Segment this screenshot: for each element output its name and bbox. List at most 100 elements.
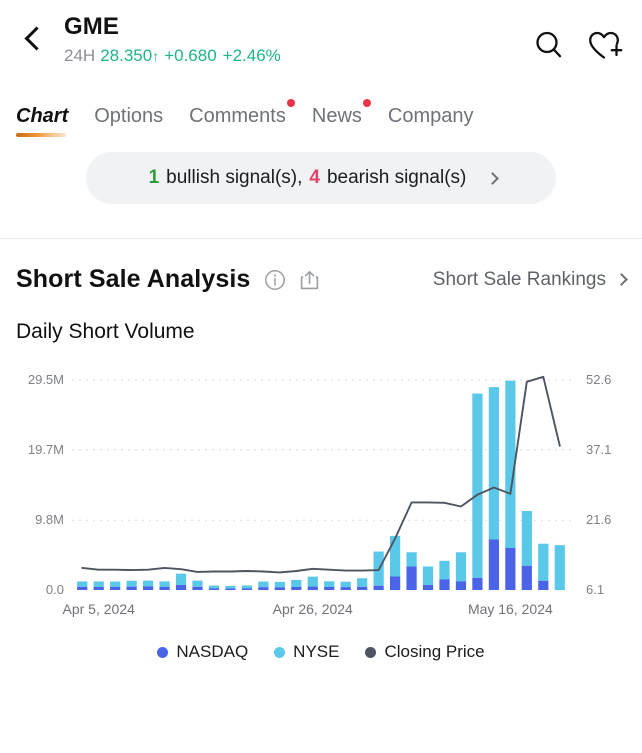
bar-segment-nasdaq[interactable] <box>307 586 318 590</box>
tab-comments[interactable]: Comments <box>189 99 295 130</box>
bar-segment-nasdaq[interactable] <box>241 588 253 590</box>
bar-segment-nyse[interactable] <box>554 545 565 590</box>
bar-segment-nasdaq[interactable] <box>422 585 434 590</box>
bar-segment-nyse[interactable] <box>357 578 368 587</box>
bar-segment-nyse[interactable] <box>538 543 549 581</box>
top-bar: GME 24H 28.350↑ +0.680 +2.46% <box>0 0 642 84</box>
closing-price-line <box>81 375 561 574</box>
bar-segment-nyse[interactable] <box>258 581 269 588</box>
legend-color-swatch <box>157 646 169 658</box>
bar-segment-nasdaq[interactable] <box>472 577 483 590</box>
bar-segment-nasdaq[interactable] <box>291 587 302 590</box>
bar-segment-nasdaq[interactable] <box>373 585 384 590</box>
bar-segment-nasdaq[interactable] <box>324 587 335 590</box>
bar-segment-nasdaq[interactable] <box>110 586 121 590</box>
quote-price: 28.350 <box>100 45 153 65</box>
bar-segment-nyse[interactable] <box>225 585 236 589</box>
bar-segment-nasdaq[interactable] <box>192 586 203 590</box>
y-axis-right-tick: 6.1 <box>586 582 604 597</box>
bar-segment-nyse[interactable] <box>93 581 104 588</box>
bar-segment-nasdaq[interactable] <box>357 586 368 590</box>
bar-segment-nyse[interactable] <box>77 581 88 587</box>
bar-segment-nyse[interactable] <box>126 580 137 587</box>
y-axis-left-tick: 0.0 <box>46 582 64 597</box>
bar-segment-nasdaq[interactable] <box>340 587 351 590</box>
short-sale-rankings-label: Short Sale Rankings <box>432 268 606 290</box>
add-to-watchlist-button[interactable] <box>586 26 624 64</box>
tab-options[interactable]: Options <box>94 105 163 130</box>
share-icon[interactable] <box>299 269 320 291</box>
chart-canvas: 0.0 6.1 9.8M 21.6 19.7M 37.1 29.5M 52.6 Apr 5, 2… <box>28 372 611 617</box>
y-axis-right-tick: 52.6 <box>586 372 611 387</box>
bar-segment-nyse[interactable] <box>142 580 154 587</box>
bar-segment-nasdaq[interactable] <box>258 587 269 590</box>
ticker-block[interactable]: GME 24H 28.350↑ +0.680 +2.46% <box>54 12 530 66</box>
bar-segment-nasdaq[interactable] <box>389 576 401 590</box>
bar-segment-nasdaq[interactable] <box>455 581 467 590</box>
back-button[interactable] <box>14 16 54 60</box>
bar-segment-nasdaq[interactable] <box>274 587 285 590</box>
bar-segment-nyse[interactable] <box>389 535 401 577</box>
bar-segment-nasdaq[interactable] <box>488 539 500 590</box>
bar-segment-nyse[interactable] <box>472 393 483 578</box>
bar-segment-nasdaq[interactable] <box>142 586 154 590</box>
bar-segment-nasdaq[interactable] <box>126 586 137 590</box>
bar-segment-nasdaq[interactable] <box>175 585 187 590</box>
legend-color-swatch <box>274 646 286 658</box>
bar-segment-nyse[interactable] <box>422 566 434 586</box>
bar-segment-nyse[interactable] <box>307 576 318 587</box>
chart-legend: NASDAQ NYSE Closing Price <box>16 642 626 662</box>
tab-label: Chart <box>16 105 69 127</box>
legend-color-swatch <box>365 646 377 658</box>
tab-label: Company <box>387 105 474 127</box>
signals-section: 1 bullish signal(s), 4 bearish signal(s) <box>0 130 642 204</box>
short-sale-rankings-link[interactable]: Short Sale Rankings <box>432 268 628 291</box>
bar-segment-nyse[interactable] <box>208 585 220 589</box>
bar-segment-nyse[interactable] <box>340 581 351 588</box>
bar-segment-nasdaq[interactable] <box>225 588 236 590</box>
bar-segment-nyse[interactable] <box>159 581 170 587</box>
tab-label: News <box>311 105 362 127</box>
bar-segment-nasdaq[interactable] <box>159 586 170 590</box>
bar-segment-nyse[interactable] <box>488 387 500 540</box>
daily-short-volume-chart[interactable]: 0.0 6.1 9.8M 21.6 19.7M 37.1 29.5M 52.6 Apr 5, 2… <box>16 370 626 630</box>
tab-company[interactable]: Company <box>388 105 474 130</box>
bar-segment-nasdaq[interactable] <box>77 586 88 590</box>
bar-segment-nyse[interactable] <box>175 573 187 586</box>
bar-segment-nyse[interactable] <box>192 580 203 587</box>
bar-segment-nasdaq[interactable] <box>406 566 417 590</box>
x-axis-tick: May 16, 2024 <box>468 601 553 617</box>
bar-segment-nyse[interactable] <box>406 552 417 567</box>
bar-segment-nasdaq[interactable] <box>505 548 516 590</box>
bar-segment-nyse[interactable] <box>455 552 467 582</box>
chevron-right-icon <box>486 171 500 185</box>
legend-label: NYSE <box>293 642 340 661</box>
signals-banner[interactable]: 1 bullish signal(s), 4 bearish signal(s) <box>86 152 556 204</box>
legend-item-nasdaq[interactable]: NASDAQ <box>157 642 248 662</box>
y-axis-left-tick: 9.8M <box>35 512 64 527</box>
tab-chart[interactable]: Chart <box>16 105 69 137</box>
bar-segment-nyse[interactable] <box>291 579 302 588</box>
bar-segment-nyse[interactable] <box>110 581 121 587</box>
bar-segment-nyse[interactable] <box>521 510 532 566</box>
bar-segment-nasdaq[interactable] <box>538 580 549 590</box>
bullish-signal-label: bullish signal(s), <box>166 167 303 188</box>
search-button[interactable] <box>530 26 568 64</box>
bar-segment-nyse[interactable] <box>241 585 253 589</box>
notification-dot-icon <box>362 99 371 107</box>
bar-segment-nyse[interactable] <box>324 581 335 588</box>
bar-segment-nyse[interactable] <box>439 560 450 580</box>
tab-news[interactable]: News <box>311 99 371 130</box>
tab-bar: Chart Options Comments News Company <box>0 84 642 137</box>
bar-segment-nyse[interactable] <box>274 581 285 588</box>
legend-item-closing-price[interactable]: Closing Price <box>365 642 485 662</box>
bar-segment-nasdaq[interactable] <box>521 565 532 590</box>
legend-item-nyse[interactable]: NYSE <box>274 642 339 662</box>
short-sale-analysis-section: Short Sale Analysis Short Sale Rankings … <box>0 239 642 662</box>
bar-segment-nasdaq[interactable] <box>93 587 104 590</box>
info-circle-icon[interactable] <box>264 269 286 291</box>
bar-segment-nasdaq[interactable] <box>439 579 450 590</box>
tab-active-underline <box>16 133 67 137</box>
top-bar-actions <box>530 26 624 64</box>
bar-segment-nasdaq[interactable] <box>208 588 220 590</box>
